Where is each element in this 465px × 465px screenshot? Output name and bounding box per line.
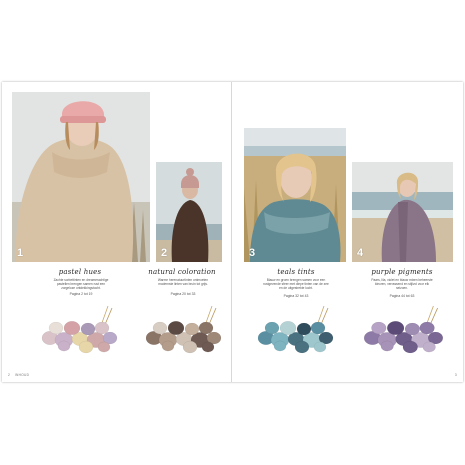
section-description: Zachte sorbettinten en dreamerachtige pa… xyxy=(53,278,109,290)
yarn-ball xyxy=(161,340,175,352)
yarn-ball xyxy=(294,340,310,354)
yarn-ball xyxy=(182,340,198,354)
yarn-ball xyxy=(80,322,96,336)
yarn-ball xyxy=(198,321,214,335)
yarn-ball xyxy=(386,321,405,336)
section-title: pastel hues xyxy=(58,268,102,276)
brand-label: INHOUD xyxy=(14,373,30,377)
page-number: 2 xyxy=(8,373,11,377)
section-description: Blauw en groen brengen samen voor een ru… xyxy=(263,278,329,290)
yarn-ball xyxy=(371,321,387,335)
yarn-ball xyxy=(380,340,394,352)
section-title: natural coloration xyxy=(148,268,216,276)
yarn-ball xyxy=(422,341,436,353)
yarn-ball xyxy=(402,340,418,354)
section-title: teals tints xyxy=(277,268,315,276)
yarn-ball xyxy=(313,341,327,353)
yarn-illustration xyxy=(257,305,334,354)
left-page: 1 2 pastel hues Zachte sorbettinten en d… xyxy=(2,82,231,382)
photo-pastel-hues: 1 xyxy=(12,92,150,262)
photo-natural-coloration: 2 xyxy=(156,162,222,262)
section-pages: Pagina 44 tot 63 xyxy=(389,294,415,298)
section-title: purple pigments xyxy=(371,268,433,276)
footer-left: 2 INHOUD xyxy=(8,373,29,377)
yarn-illustration xyxy=(145,305,222,354)
section-number: 1 xyxy=(17,247,24,259)
yarn-ball xyxy=(97,341,111,353)
photo-teals-tints: 3 xyxy=(244,128,346,262)
yarn-ball xyxy=(279,321,297,336)
yarn-ball xyxy=(167,321,185,336)
section-number: 2 xyxy=(161,247,168,259)
section-number: 3 xyxy=(249,247,256,259)
yarn-ball xyxy=(184,322,200,336)
footer-right: 3 xyxy=(455,373,457,377)
yarn-illustration xyxy=(363,305,444,354)
yarn-ball xyxy=(296,322,312,336)
yarn-ball xyxy=(63,321,81,336)
section-pages: Pagina 2 tot 19 xyxy=(69,292,93,296)
section-description: Paars, lila, violet en blauw mixen behee… xyxy=(371,278,433,290)
yarn-balls-natural xyxy=(144,304,224,354)
section-description: Warme herenatuurtinten ontmoeten moderns… xyxy=(157,278,209,286)
yarn-ball xyxy=(310,321,326,335)
yarn-balls-pastel xyxy=(40,304,120,354)
yarn-ball xyxy=(152,321,168,335)
yarn-ball xyxy=(264,321,280,335)
yarn-ball xyxy=(201,341,215,353)
yarn-ball xyxy=(404,322,420,336)
yarn-balls-purple xyxy=(362,304,446,354)
yarn-ball xyxy=(48,321,64,335)
section-number: 4 xyxy=(357,247,364,259)
yarn-ball xyxy=(419,321,435,335)
section-pages: Pagina 20 tot 33 xyxy=(170,292,196,296)
yarn-illustration xyxy=(41,305,118,354)
page-number: 3 xyxy=(454,373,457,377)
section-pages: Pagina 32 tot 43 xyxy=(283,294,309,298)
right-page: 3 4 teals tints Blauw en groen brengen s… xyxy=(232,82,463,382)
yarn-ball xyxy=(57,340,71,352)
yarn-ball xyxy=(273,340,287,352)
yarn-balls-teal xyxy=(256,304,336,354)
yarn-ball xyxy=(78,340,94,354)
photo-purple-pigments: 4 xyxy=(352,162,453,262)
magazine-spread: 1 2 pastel hues Zachte sorbettinten en d… xyxy=(2,82,463,382)
yarn-ball xyxy=(94,321,110,335)
